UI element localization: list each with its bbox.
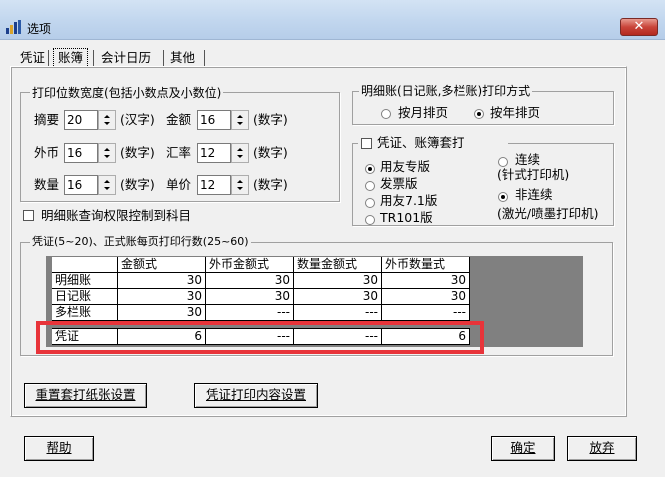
exchange-rate-label: 汇率 <box>166 145 192 160</box>
header-amount: 金额式 <box>118 257 206 273</box>
version-ufida71-label[interactable]: 用友7.1版 <box>380 192 437 210</box>
print-width-title: 打印位数宽度(包括小数点及小数位) <box>30 86 224 100</box>
row-name-journal: 日记账 <box>52 289 118 305</box>
quantity-unit: (数字) <box>120 177 155 192</box>
by-month-radio[interactable] <box>381 109 391 119</box>
table-cell[interactable]: 30 <box>118 305 206 321</box>
header-foreign-amount: 外币金额式 <box>206 257 294 273</box>
table-cell[interactable]: --- <box>294 305 382 321</box>
reset-paper-setup-button[interactable]: 重置套打纸张设置 <box>24 383 147 408</box>
close-button[interactable]: ✕ <box>620 18 658 36</box>
version-ufida-label[interactable]: 用友专版 <box>380 158 430 176</box>
table-cell[interactable]: 30 <box>382 289 470 305</box>
quantity-label: 数量 <box>34 177 60 192</box>
unit-price-unit: (数字) <box>253 177 288 192</box>
summary-width-spinner[interactable] <box>98 110 116 130</box>
summary-unit: (汉字) <box>120 112 155 127</box>
table-corner <box>52 257 118 273</box>
help-button[interactable]: 帮助 <box>24 436 94 461</box>
ok-button[interactable]: 确定 <box>491 436 555 461</box>
voucher-print-content-button[interactable]: 凭证打印内容设置 <box>194 383 318 408</box>
version-tr101-radio[interactable] <box>365 215 375 225</box>
exchange-rate-width-input[interactable]: 12 <box>197 143 231 163</box>
version-ufida-radio[interactable] <box>365 164 375 174</box>
amount-label: 金额 <box>166 112 192 127</box>
table-cell[interactable]: 30 <box>118 273 206 289</box>
version-tr101-label[interactable]: TR101版 <box>380 209 433 227</box>
header-foreign-quantity: 外币数量式 <box>382 257 470 273</box>
summary-width-input[interactable]: 20 <box>64 110 98 130</box>
summary-label: 摘要 <box>34 112 60 127</box>
by-year-label[interactable]: 按年排页 <box>490 104 540 122</box>
window-title: 选项 <box>27 22 52 36</box>
table-cell[interactable]: 30 <box>118 289 206 305</box>
row-count-title: 凭证(5~20)、正式账每页打印行数(25~60) <box>30 235 251 249</box>
unit-price-width-spinner[interactable] <box>231 175 249 195</box>
non-continuous-radio[interactable] <box>498 192 508 202</box>
unit-price-label: 单价 <box>166 177 192 192</box>
amount-width-spinner[interactable] <box>231 110 249 130</box>
exchange-rate-width-spinner[interactable] <box>231 143 249 163</box>
highlight-box <box>36 321 484 354</box>
by-year-radio[interactable] <box>474 109 484 119</box>
tab-books[interactable]: 账簿 <box>53 48 89 68</box>
by-month-label[interactable]: 按月排页 <box>398 104 448 122</box>
permission-checkbox[interactable] <box>23 210 34 221</box>
row-name-multi-column: 多栏账 <box>52 305 118 321</box>
foreign-currency-label: 外币 <box>34 145 60 160</box>
amount-width-input[interactable]: 16 <box>197 110 231 130</box>
permission-label[interactable]: 明细账查询权限控制到科目 <box>41 207 191 225</box>
table-cell[interactable]: 30 <box>206 273 294 289</box>
foreign-currency-unit: (数字) <box>120 145 155 160</box>
quantity-width-input[interactable]: 16 <box>64 175 98 195</box>
app-chart-icon <box>6 20 22 34</box>
quantity-width-spinner[interactable] <box>98 175 116 195</box>
title-bar <box>0 0 665 40</box>
foreign-currency-width-input[interactable]: 16 <box>64 143 98 163</box>
table-cell[interactable]: 30 <box>294 273 382 289</box>
template-print-checkbox[interactable] <box>361 138 372 149</box>
table-cell[interactable]: --- <box>382 305 470 321</box>
version-ufida71-radio[interactable] <box>365 198 375 208</box>
cancel-button[interactable]: 放弃 <box>567 436 637 461</box>
amount-unit: (数字) <box>253 112 288 127</box>
detail-print-title: 明细账(日记账,多栏账)打印方式 <box>359 84 533 98</box>
non-continuous-sub-label: (激光/喷墨打印机) <box>497 206 599 221</box>
unit-price-width-input[interactable]: 12 <box>197 175 231 195</box>
table-cell[interactable]: 30 <box>382 273 470 289</box>
continuous-sub-label: (针式打印机) <box>497 167 570 182</box>
version-invoice-radio[interactable] <box>365 181 375 191</box>
table-cell[interactable]: --- <box>206 305 294 321</box>
version-invoice-label[interactable]: 发票版 <box>380 175 418 193</box>
foreign-currency-width-spinner[interactable] <box>98 143 116 163</box>
non-continuous-label[interactable]: 非连续 <box>515 186 553 204</box>
template-print-title[interactable]: 凭证、账簿套打 <box>377 134 465 152</box>
row-name-ledger: 明细账 <box>52 273 118 289</box>
table-cell[interactable]: 30 <box>206 289 294 305</box>
table-cell[interactable]: 30 <box>294 289 382 305</box>
header-quantity-amount: 数量金额式 <box>294 257 382 273</box>
exchange-rate-unit: (数字) <box>253 145 288 160</box>
